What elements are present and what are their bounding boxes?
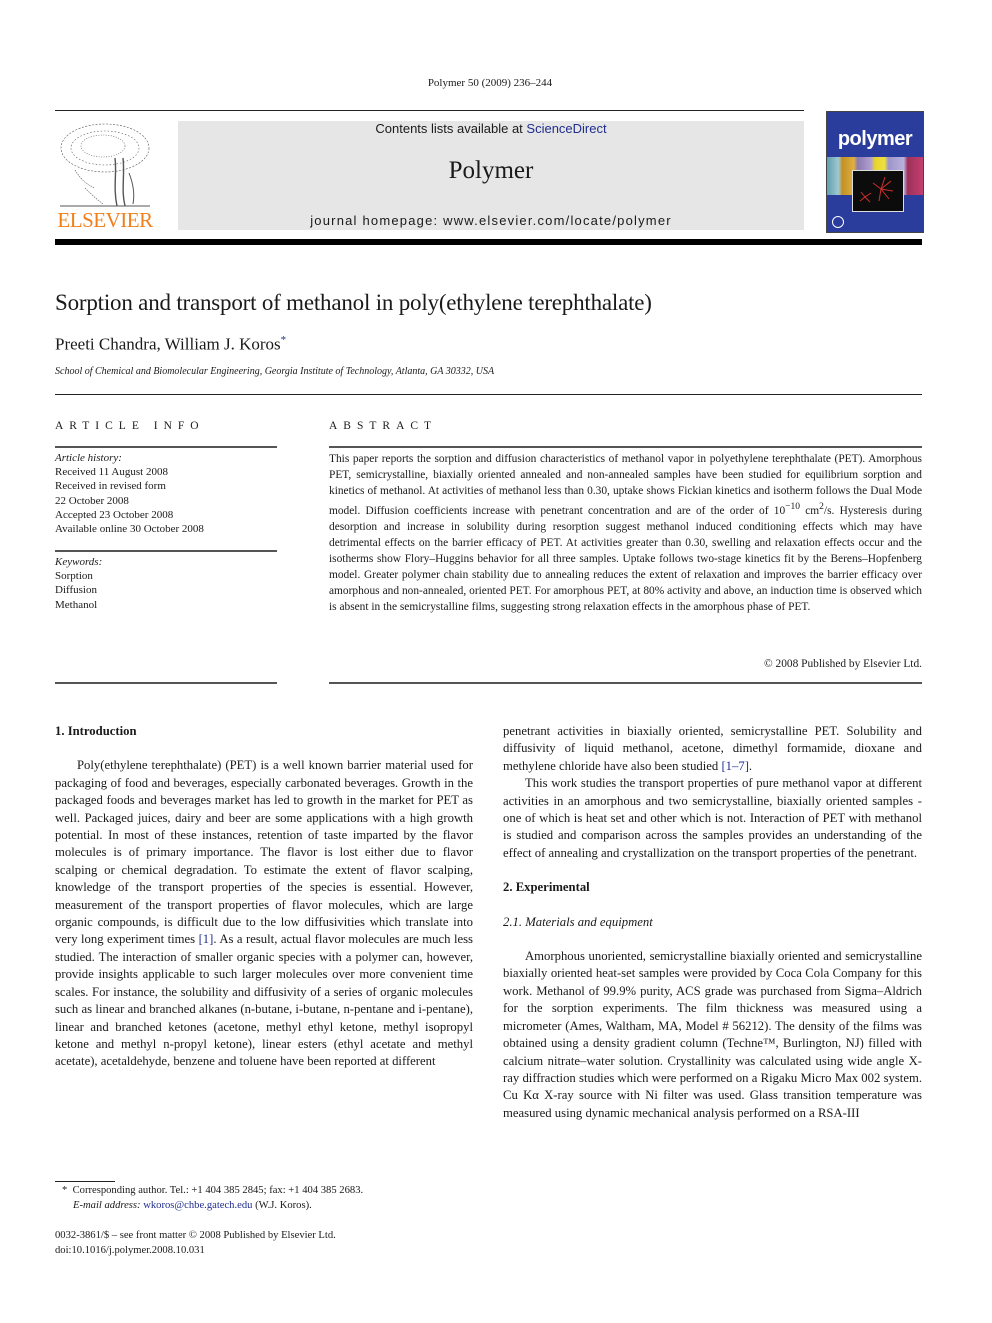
paragraph-text: Poly(ethylene terephthalate) (PET) is a … [55,758,473,947]
affiliation: School of Chemical and Biomolecular Engi… [55,366,495,377]
email-line: E-mail address: wkoros@chbe.gatech.edu (… [62,1199,363,1214]
sciencedirect-link[interactable]: ScienceDirect [526,121,606,136]
keyword: Methanol [55,598,98,611]
footnote-mark: * [62,1185,68,1196]
paragraph: penetrant activities in biaxially orient… [503,723,922,775]
divider [55,446,277,448]
header-thick-rule [55,239,922,245]
cover-badge-icon [832,216,844,228]
email-link[interactable]: wkoros@chbe.gatech.edu [143,1200,252,1211]
elsevier-tree-icon [60,123,150,207]
authors: Preeti Chandra, William J. Koros [55,334,281,354]
top-rule [55,110,804,111]
elsevier-logo: ELSEVIER [55,118,155,233]
exponent: −10 [785,502,801,512]
email-suffix: (W.J. Koros). [252,1199,312,1211]
author-list: Preeti Chandra, William J. Koros* [55,334,286,355]
cover-title: polymer [837,128,913,150]
elsevier-wordmark: ELSEVIER [57,208,153,232]
issn-line: 0032-3861/$ – see front matter © 2008 Pu… [55,1230,336,1241]
abstract-part: cm [800,504,820,517]
front-matter: 0032-3861/$ – see front matter © 2008 Pu… [55,1229,336,1258]
abstract-text: This paper reports the sorption and diff… [329,451,922,615]
divider [55,550,277,552]
history-label: Article history: [55,452,122,464]
keyword: Diffusion [55,584,97,597]
running-head: Polymer 50 (2009) 236–244 [427,77,553,89]
contents-prefix: Contents lists available at [375,121,527,136]
abstract-copyright: © 2008 Published by Elsevier Ltd. [764,658,922,670]
divider [55,394,922,395]
journal-name: Polymer [448,157,534,184]
paragraph: Amorphous unoriented, semicrystalline bi… [503,949,922,1120]
paragraph-text: penetrant activities in biaxially orient… [503,724,922,773]
corresponding-author-note: * Corresponding author. Tel.: +1 404 385… [62,1184,363,1199]
divider [329,446,922,448]
paragraph-text: . As a result, actual flavor molecules a… [55,932,473,1069]
body-column-right: penetrant activities in biaxially orient… [503,723,922,1122]
history-item: 22 October 2008 [55,494,129,507]
citation-link[interactable]: [1–7] [721,759,748,773]
journal-cover-image: polymer [826,111,924,233]
history-item: Available online 30 October 2008 [55,523,204,536]
abstract-part: /s. Hysteresis during desorption and inc… [329,504,922,613]
article-info-heading: ARTICLE INFO [55,420,205,432]
history-item: Received in revised form [55,480,166,493]
cover-inset-image [852,170,904,212]
keywords-label: Keywords: [55,556,103,568]
doi-line[interactable]: doi:10.1016/j.polymer.2008.10.031 [55,1244,336,1259]
section-heading-experimental: 2. Experimental [503,880,590,895]
corresponding-author-mark[interactable]: * [281,334,287,346]
article-history: Article history: Received 11 August 2008… [55,451,204,536]
journal-masthead: Contents lists available at ScienceDirec… [178,121,804,230]
divider [55,682,277,684]
micrograph-icon [859,176,894,203]
paragraph: This work studies the transport properti… [503,776,922,860]
citation-link[interactable]: [1] [199,932,214,946]
article-title: Sorption and transport of methanol in po… [55,290,652,315]
paragraph: Poly(ethylene terephthalate) (PET) is a … [55,757,473,1070]
abstract-heading: ABSTRACT [329,420,438,432]
keywords: Keywords: Sorption Diffusion Methanol [55,555,102,612]
divider [329,682,922,684]
footnote-text: Corresponding author. Tel.: +1 404 385 2… [72,1185,364,1196]
history-item: Received 11 August 2008 [55,466,168,479]
paragraph-text: . [748,758,753,773]
email-label: E-mail address: [73,1199,141,1211]
footnote: * Corresponding author. Tel.: +1 404 385… [62,1184,363,1213]
history-item: Accepted 23 October 2008 [55,508,174,521]
body-column-left: 1. Introduction Poly(ethylene terephthal… [55,723,473,1071]
journal-homepage-link[interactable]: journal homepage: www.elsevier.com/locat… [178,213,804,228]
footnote-rule [55,1181,115,1182]
subsection-heading-materials: 2.1. Materials and equipment [503,914,653,929]
section-heading-introduction: 1. Introduction [55,724,137,738]
contents-line: Contents lists available at ScienceDirec… [178,121,804,137]
keyword: Sorption [55,570,93,583]
